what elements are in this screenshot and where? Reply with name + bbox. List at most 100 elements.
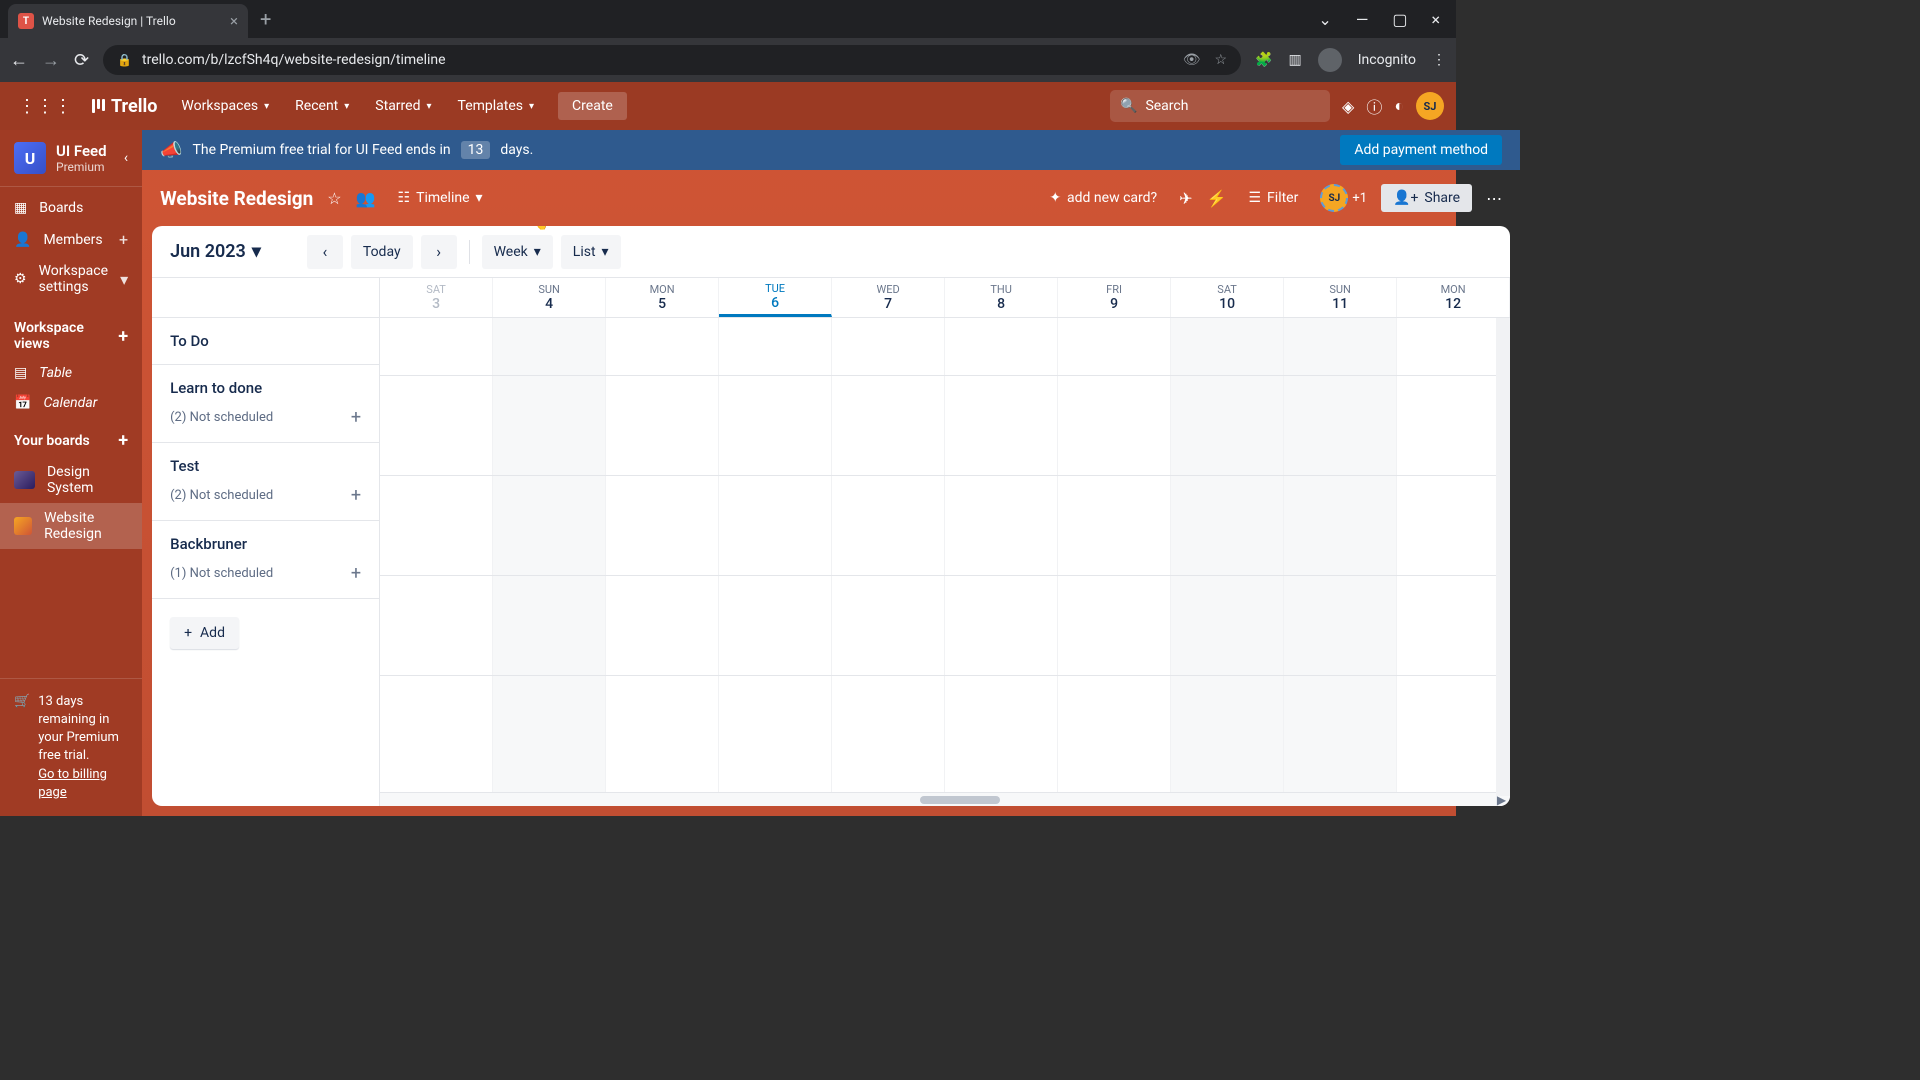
timeline-column[interactable]	[380, 318, 493, 792]
profile-label: Incognito	[1358, 52, 1416, 68]
nav-recent[interactable]: Recent▾	[285, 98, 359, 114]
sidebar-view-calendar[interactable]: 📅 Calendar	[0, 388, 142, 418]
chevron-down-icon: ▾	[264, 101, 269, 112]
workspace-header[interactable]: U UI Feed Premium ‹	[0, 130, 142, 187]
lane-title: Test	[170, 457, 361, 475]
timeline-column[interactable]	[1397, 318, 1510, 792]
add-board-icon[interactable]: +	[118, 430, 128, 451]
workspace-plan: Premium	[56, 160, 107, 174]
add-view-icon[interactable]: +	[118, 326, 128, 347]
horizontal-scrollbar[interactable]: ▶	[380, 792, 1510, 806]
nav-starred[interactable]: Starred▾	[365, 98, 441, 114]
board-members[interactable]: SJ +1	[1320, 184, 1367, 212]
grouping-selector[interactable]: List ▾	[561, 235, 621, 269]
board-title[interactable]: Website Redesign	[160, 187, 313, 210]
nav-workspaces[interactable]: Workspaces▾	[171, 98, 279, 114]
share-button[interactable]: 👤+ Share	[1381, 184, 1472, 212]
forward-icon[interactable]: →	[42, 50, 60, 71]
tabs-dropdown-icon[interactable]: ⌄	[1318, 10, 1331, 29]
month-selector[interactable]: Jun 2023 ▾	[170, 241, 261, 262]
plus-icon: +	[184, 625, 192, 641]
collapse-sidebar-icon[interactable]: ‹	[124, 150, 128, 166]
add-payment-button[interactable]: Add payment method	[1340, 135, 1502, 165]
today-button[interactable]: Today	[351, 235, 413, 269]
star-icon[interactable]: ☆	[327, 189, 341, 208]
extensions-icon[interactable]: 🧩	[1255, 52, 1272, 68]
sidebar-item-boards[interactable]: ▦ Boards	[0, 193, 142, 223]
timeline-lane[interactable]: Backbruner (1) Not scheduled+	[152, 521, 379, 599]
board-swatch	[14, 471, 35, 489]
prev-button[interactable]: ‹	[307, 235, 343, 269]
timeline-column[interactable]	[1284, 318, 1397, 792]
bolt-icon[interactable]: ⚡	[1207, 189, 1227, 208]
trello-logo[interactable]: Trello	[84, 96, 165, 117]
billing-link[interactable]: Go to billing page	[38, 767, 107, 800]
star-icon[interactable]: ☆	[1214, 52, 1227, 68]
timeline-column[interactable]	[945, 318, 1058, 792]
filter-button[interactable]: ☰ Filter	[1240, 184, 1306, 212]
help-icon[interactable]: ⓘ	[1366, 94, 1382, 118]
lane-unscheduled[interactable]: (1) Not scheduled+	[170, 563, 361, 584]
vertical-scrollbar[interactable]	[1496, 318, 1510, 796]
lane-unscheduled[interactable]: (2) Not scheduled+	[170, 407, 361, 428]
search-input[interactable]: 🔍 Search	[1110, 90, 1330, 122]
timeline-lane[interactable]: Test (2) Not scheduled+	[152, 443, 379, 521]
sidebar-board-design-system[interactable]: Design System	[0, 457, 142, 503]
day-header: SAT10	[1171, 278, 1284, 317]
timeline-grid[interactable]: SAT3SUN4MON5TUE6WED7THU8FRI9SAT10SUN11MO…	[380, 278, 1510, 806]
chevron-down-icon: ▾	[344, 101, 349, 112]
day-header: FRI9	[1058, 278, 1171, 317]
lane-unscheduled[interactable]: (2) Not scheduled+	[170, 485, 361, 506]
sidebar-view-table[interactable]: ▤ Table	[0, 358, 142, 388]
range-selector[interactable]: Week ▾	[482, 235, 553, 269]
timeline-column[interactable]	[493, 318, 606, 792]
sidebar-item-members[interactable]: 👤 Members +	[0, 223, 142, 256]
days-count: 13	[461, 141, 491, 159]
nav-templates[interactable]: Templates▾	[448, 98, 545, 114]
chevron-down-icon: ▾	[476, 190, 483, 206]
add-member-icon[interactable]: +	[119, 230, 128, 249]
notifications-icon[interactable]: ◈	[1342, 97, 1354, 116]
timeline-column[interactable]	[719, 318, 832, 792]
side-panel-icon[interactable]: ▥	[1288, 52, 1301, 68]
workspace-sidebar: U UI Feed Premium ‹ ▦ Boards 👤 Members +	[0, 130, 142, 816]
minimize-icon[interactable]: —	[1356, 10, 1369, 29]
day-header: SAT3	[380, 278, 493, 317]
timeline-column[interactable]	[1171, 318, 1284, 792]
add-list-button[interactable]: + Add	[170, 617, 239, 649]
lane-title: Backbruner	[170, 535, 361, 553]
more-icon[interactable]: ⋯	[1486, 189, 1502, 208]
timeline-lane[interactable]: Learn to done(2) Not scheduled+	[152, 365, 379, 443]
timeline-column[interactable]	[606, 318, 719, 792]
create-button[interactable]: Create	[558, 92, 627, 120]
user-avatar[interactable]: SJ	[1416, 92, 1444, 120]
next-button[interactable]: ›	[421, 235, 457, 269]
incognito-avatar-icon[interactable]	[1318, 48, 1342, 72]
rocket-icon[interactable]: ✈	[1179, 189, 1192, 208]
maximize-icon[interactable]: ▢	[1392, 10, 1407, 29]
sidebar-item-settings[interactable]: ⚙ Workspace settings ▾	[0, 256, 142, 302]
view-switcher[interactable]: ☷ Timeline ▾	[390, 184, 491, 212]
visibility-icon[interactable]: 👥	[356, 189, 376, 208]
chevron-down-icon: ▾	[120, 270, 128, 289]
theme-icon[interactable]: ◐	[1394, 96, 1404, 116]
timeline-lane[interactable]: To Do	[152, 318, 379, 365]
new-tab-button[interactable]: +	[248, 7, 283, 31]
sidebar-board-website-redesign[interactable]: Website Redesign	[0, 503, 142, 549]
back-icon[interactable]: ←	[10, 50, 28, 71]
eye-off-icon[interactable]: 👁	[1183, 52, 1201, 68]
timeline-column[interactable]	[832, 318, 945, 792]
close-tab-icon[interactable]: ×	[230, 12, 238, 30]
plus-icon[interactable]: +	[351, 407, 361, 428]
browser-menu-icon[interactable]: ⋮	[1432, 52, 1446, 68]
reload-icon[interactable]: ⟳	[74, 50, 89, 71]
scroll-thumb[interactable]	[920, 796, 1000, 804]
plus-icon[interactable]: +	[351, 485, 361, 506]
browser-tab[interactable]: T Website Redesign | Trello ×	[8, 4, 248, 38]
plus-icon[interactable]: +	[351, 563, 361, 584]
close-window-icon[interactable]: ×	[1431, 10, 1440, 29]
butler-hint[interactable]: ✦ add new card?	[1041, 184, 1165, 212]
apps-grid-icon[interactable]: ⋮⋮⋮	[12, 96, 78, 117]
address-bar[interactable]: 🔒 trello.com/b/lzcfSh4q/website-redesign…	[103, 45, 1241, 75]
timeline-column[interactable]	[1058, 318, 1171, 792]
